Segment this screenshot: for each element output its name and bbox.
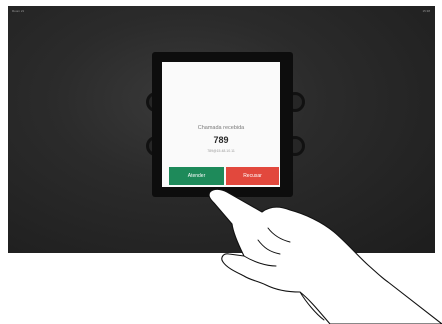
pointing-hand-icon bbox=[208, 188, 442, 324]
